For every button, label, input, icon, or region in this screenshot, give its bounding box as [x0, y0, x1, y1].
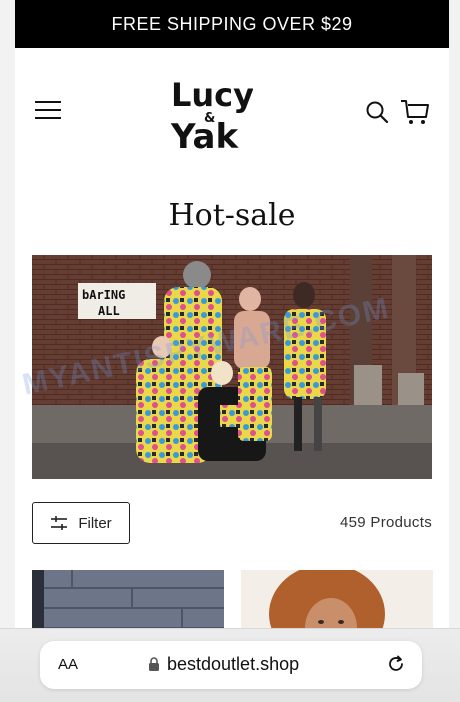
lucy-and-yak-logo[interactable]: Lucy & Yak [167, 70, 254, 157]
url-text[interactable]: bestdoutlet.shop [167, 654, 299, 675]
site-header: Lucy & Yak [15, 48, 449, 178]
announcement-text: FREE SHIPPING OVER $29 [111, 13, 353, 34]
filter-button[interactable]: Filter [32, 502, 130, 544]
store-page: FREE SHIPPING OVER $29 Lucy & Yak Hot-sa… [15, 0, 449, 701]
hero-collection-image: bArING ALL [32, 255, 432, 479]
hero-sign-line1: bArING [82, 288, 125, 302]
logo-line2: Yak [170, 117, 239, 154]
hamburger-menu-icon[interactable] [35, 100, 61, 120]
cart-icon[interactable] [400, 98, 430, 126]
text-size-button[interactable]: AA [58, 656, 78, 673]
product-count: 459 Products [340, 514, 432, 531]
logo-line1: Lucy [171, 76, 253, 114]
search-icon[interactable] [365, 100, 389, 124]
announcement-bar: FREE SHIPPING OVER $29 [15, 0, 449, 48]
lock-icon [149, 657, 159, 671]
page-title: Hot-sale [168, 198, 296, 233]
filter-label: Filter [78, 514, 112, 532]
browser-address-bar: AA bestdoutlet.shop [0, 628, 460, 702]
url-pill[interactable]: AA bestdoutlet.shop [40, 641, 422, 689]
reload-icon[interactable] [386, 654, 406, 674]
sliders-icon [51, 516, 68, 530]
hero-sign-line2: ALL [98, 304, 120, 318]
